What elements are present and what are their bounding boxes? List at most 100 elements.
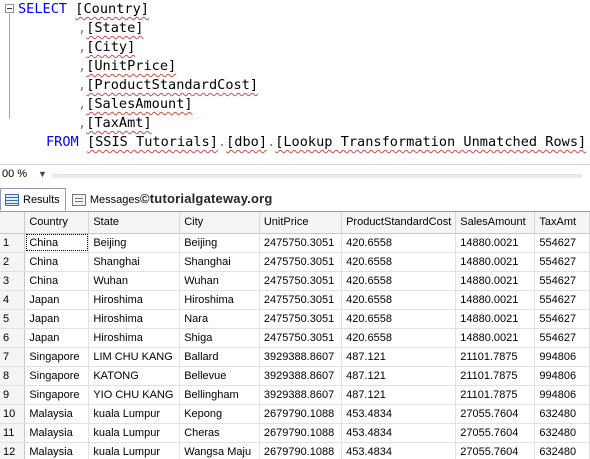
table-cell[interactable]: Japan [24,290,90,310]
table-cell[interactable]: Wuhan [179,271,260,291]
table-row[interactable]: 1 China Beijing Beijing 2475750.3051 420.6558… [0,233,590,253]
table-cell[interactable]: 21101.7875 [455,347,536,367]
table-cell[interactable]: Wuhan [88,271,181,291]
table-cell[interactable]: China [24,233,90,253]
table-cell[interactable]: 14880.0021 [455,290,536,310]
table-cell[interactable]: Hiroshima [88,309,181,329]
table-cell[interactable]: 21101.7875 [455,385,536,405]
table-cell[interactable]: 994806 [534,347,590,367]
row-number[interactable]: 8 [0,366,26,386]
table-cell[interactable]: kuala Lumpur [88,404,181,424]
table-cell[interactable]: Shiga [179,328,260,348]
row-number[interactable]: 5 [0,309,26,329]
table-cell[interactable]: 554627 [534,328,590,348]
table-cell[interactable]: China [24,271,90,291]
table-row[interactable]: 4 Japan Hiroshima Hiroshima 2475750.3051 420.… [0,290,590,310]
table-row[interactable]: 8 Singapore KATONG Bellevue 3929388.8607 487.… [0,366,590,386]
row-number[interactable]: 6 [0,328,26,348]
table-cell[interactable]: Malaysia [24,423,90,443]
table-cell[interactable]: 554627 [534,252,590,272]
table-cell[interactable]: 487.121 [341,366,457,386]
row-number[interactable]: 11 [0,423,26,443]
horizontal-scrollbar[interactable] [52,174,582,178]
table-cell[interactable]: Malaysia [24,442,90,459]
row-number[interactable]: 10 [0,404,26,424]
table-cell[interactable]: kuala Lumpur [88,423,181,443]
table-cell[interactable]: Wangsa Maju [179,442,260,459]
table-cell[interactable]: 453.4834 [341,404,457,424]
table-cell[interactable]: Nara [179,309,260,329]
table-cell[interactable]: 554627 [534,309,590,329]
table-cell[interactable]: 2475750.3051 [259,271,343,291]
table-cell[interactable]: 21101.7875 [455,366,536,386]
table-row[interactable]: 2 China Shanghai Shanghai 2475750.3051 420.65… [0,252,590,272]
table-cell[interactable]: kuala Lumpur [88,442,181,459]
table-cell[interactable]: 27055.7604 [455,423,536,443]
table-cell[interactable]: Shanghai [179,252,260,272]
table-row[interactable]: 11 Malaysia kuala Lumpur Cheras 2679790.1088… [0,423,590,443]
table-cell[interactable]: 487.121 [341,347,457,367]
table-cell[interactable]: 3929388.8607 [259,385,343,405]
column-header[interactable]: UnitPrice [259,212,343,234]
table-cell[interactable]: KATONG [88,366,181,386]
table-row[interactable]: 12 Malaysia kuala Lumpur Wangsa Maju 2679790… [0,442,590,459]
table-cell[interactable]: Malaysia [24,404,90,424]
row-number[interactable]: 4 [0,290,26,310]
table-cell[interactable]: 3929388.8607 [259,366,343,386]
collapse-toggle-icon[interactable] [5,4,14,13]
table-cell[interactable]: 27055.7604 [455,404,536,424]
table-cell[interactable]: 14880.0021 [455,309,536,329]
table-cell[interactable]: 2475750.3051 [259,290,343,310]
table-cell[interactable]: Singapore [24,366,90,386]
column-header[interactable]: Country [24,212,90,234]
table-row[interactable]: 7 Singapore LIM CHU KANG Ballard 3929388.860… [0,347,590,367]
row-number[interactable]: 1 [0,233,26,253]
table-cell[interactable]: 632480 [534,404,590,424]
table-cell[interactable]: 2679790.1088 [259,442,343,459]
table-cell[interactable]: Kepong [179,404,260,424]
table-cell[interactable]: 420.6558 [341,271,457,291]
row-number[interactable]: 9 [0,385,26,405]
table-cell[interactable]: Bellevue [179,366,260,386]
table-cell[interactable]: 994806 [534,385,590,405]
table-cell[interactable]: Singapore [24,385,90,405]
table-cell[interactable]: 2475750.3051 [259,252,343,272]
table-cell[interactable]: 632480 [534,442,590,459]
row-number[interactable]: 2 [0,252,26,272]
table-cell[interactable]: 420.6558 [341,233,457,253]
column-header[interactable]: ProductStandardCost [341,212,457,234]
table-cell[interactable]: 2475750.3051 [259,309,343,329]
table-cell[interactable]: YIO CHU KANG [88,385,181,405]
table-cell[interactable]: 27055.7604 [455,442,536,459]
table-cell[interactable]: 420.6558 [341,290,457,310]
zoom-dropdown-icon[interactable]: ▼ [38,169,47,179]
table-cell[interactable]: Hiroshima [88,290,181,310]
table-cell[interactable]: 420.6558 [341,309,457,329]
table-cell[interactable]: Singapore [24,347,90,367]
zoom-level[interactable]: 00 % [2,168,27,180]
table-cell[interactable]: 554627 [534,271,590,291]
table-cell[interactable]: 14880.0021 [455,252,536,272]
column-header[interactable]: State [88,212,181,234]
table-cell[interactable]: 994806 [534,366,590,386]
table-cell[interactable]: 14880.0021 [455,328,536,348]
table-cell[interactable]: Beijing [88,233,181,253]
column-header[interactable]: SalesAmount [455,212,536,234]
table-row[interactable]: 3 China Wuhan Wuhan 2475750.3051 420.6558 1488… [0,271,590,291]
row-number[interactable]: 7 [0,347,26,367]
table-cell[interactable]: LIM CHU KANG [88,347,181,367]
table-cell[interactable]: 487.121 [341,385,457,405]
row-number[interactable]: 12 [0,442,26,459]
table-cell[interactable]: 453.4834 [341,442,457,459]
table-cell[interactable]: China [24,252,90,272]
table-row[interactable]: 6 Japan Hiroshima Shiga 2475750.3051 420.6558… [0,328,590,348]
table-cell[interactable]: 2679790.1088 [259,423,343,443]
table-cell[interactable]: 2475750.3051 [259,328,343,348]
table-cell[interactable]: Hiroshima [179,290,260,310]
table-cell[interactable]: 420.6558 [341,252,457,272]
table-cell[interactable]: Ballard [179,347,260,367]
results-grid[interactable]: Country State City UnitPrice ProductStan… [0,212,590,459]
table-cell[interactable]: 632480 [534,423,590,443]
table-cell[interactable]: 554627 [534,233,590,253]
table-cell[interactable]: 420.6558 [341,328,457,348]
